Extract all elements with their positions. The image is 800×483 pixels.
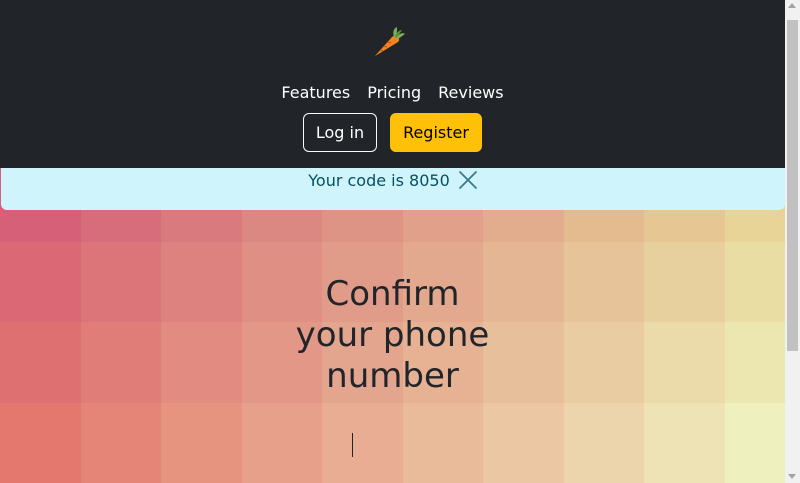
- nav-link-reviews[interactable]: Reviews: [438, 82, 503, 104]
- auth-buttons: Log in Register: [0, 113, 785, 152]
- code-alert: Your code is 8050: [1, 168, 785, 210]
- top-navbar: Features Pricing Reviews Log in Register: [0, 0, 785, 168]
- scroll-up-arrow-icon[interactable]: [788, 3, 796, 8]
- background-tile: [483, 402, 564, 483]
- background-tile: [161, 402, 242, 483]
- background-tile: [322, 402, 403, 483]
- background-tile: [0, 402, 81, 483]
- title-line: your phone: [295, 315, 490, 355]
- background-tile: [644, 402, 725, 483]
- nav-links: Features Pricing Reviews: [0, 82, 785, 104]
- background-tile: [563, 402, 644, 483]
- background-tile: [724, 402, 785, 483]
- text-caret: [352, 433, 353, 457]
- scrollbar-thumb[interactable]: [787, 20, 798, 351]
- carrot-icon[interactable]: [371, 24, 407, 60]
- alert-message: Your code is 8050: [308, 171, 450, 190]
- background-tile: [402, 402, 483, 483]
- background-tile: [80, 402, 161, 483]
- scroll-down-arrow-icon[interactable]: [788, 474, 796, 479]
- title-line: number: [326, 356, 459, 396]
- title-line: Confirm: [325, 274, 460, 314]
- page-scrollbar[interactable]: [785, 0, 800, 483]
- login-button[interactable]: Log in: [303, 113, 377, 152]
- background-tile: [241, 402, 322, 483]
- nav-link-pricing[interactable]: Pricing: [367, 82, 421, 104]
- close-icon[interactable]: [458, 170, 478, 190]
- nav-link-features[interactable]: Features: [281, 82, 350, 104]
- register-button[interactable]: Register: [390, 113, 482, 152]
- page-viewport: Features Pricing Reviews Log in Register…: [0, 0, 785, 483]
- page-title: Confirm your phone number: [0, 274, 785, 397]
